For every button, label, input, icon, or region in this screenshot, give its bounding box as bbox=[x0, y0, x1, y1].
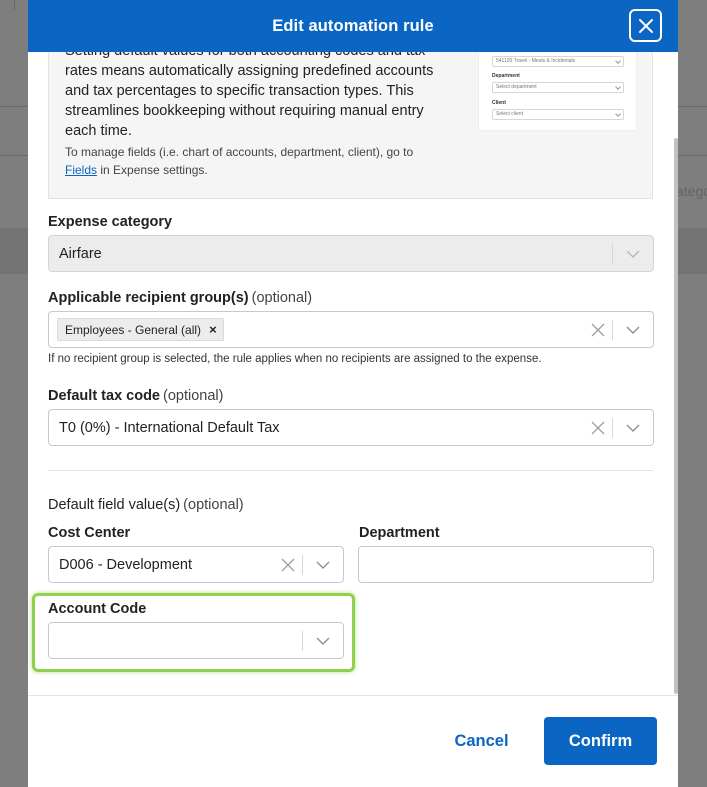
chevron-down-icon[interactable] bbox=[613, 410, 653, 445]
dialog-footer: Cancel Confirm bbox=[28, 695, 678, 787]
recipient-group-chip: Employees - General (all) × bbox=[57, 318, 224, 341]
tax-code-label: Default tax code (optional) bbox=[48, 388, 224, 404]
expense-category-label: Expense category bbox=[48, 214, 173, 230]
tax-code-value: T0 (0%) - International Default Tax bbox=[59, 419, 280, 436]
section-divider bbox=[48, 470, 653, 471]
chevron-down-icon[interactable] bbox=[303, 623, 343, 658]
close-icon bbox=[638, 18, 653, 33]
confirm-button[interactable]: Confirm bbox=[544, 717, 657, 765]
chevron-down-icon[interactable] bbox=[613, 236, 653, 271]
info-paragraph: Setting default values for both accounti… bbox=[65, 52, 434, 139]
cost-center-label: Cost Center bbox=[48, 525, 131, 541]
dialog-title: Edit automation rule bbox=[272, 16, 434, 35]
cost-center-value: D006 - Development bbox=[59, 556, 192, 573]
department-input[interactable] bbox=[358, 546, 654, 583]
dialog-header: Edit automation rule bbox=[28, 0, 678, 52]
default-fields-label: Default field value(s) (optional) bbox=[48, 497, 244, 513]
info-note-suffix: in Expense settings. bbox=[100, 163, 208, 177]
preview-label: Client bbox=[492, 100, 506, 106]
recipient-groups-label: Applicable recipient group(s) (optional) bbox=[48, 290, 313, 306]
recipient-groups-hint: If no recipient group is selected, the r… bbox=[48, 353, 542, 365]
preview-field: 541120 Travel - Meals & Incidentals bbox=[492, 56, 624, 67]
chevron-down-icon[interactable] bbox=[303, 547, 343, 582]
preview-image: 541120 Travel - Meals & Incidentals Depa… bbox=[478, 52, 637, 131]
preview-label: Department bbox=[492, 73, 520, 79]
info-note: To manage fields (i.e. chart of accounts… bbox=[65, 143, 465, 179]
info-description: Setting default values for both accounti… bbox=[65, 52, 449, 141]
info-box: Setting default values for both accounti… bbox=[48, 52, 653, 199]
tax-code-select[interactable]: T0 (0%) - International Default Tax bbox=[48, 409, 654, 446]
clear-icon[interactable] bbox=[584, 410, 612, 445]
recipient-groups-select[interactable]: Employees - General (all) × bbox=[48, 311, 654, 348]
clear-icon[interactable] bbox=[584, 312, 612, 347]
dialog-body[interactable]: Setting default values for both accounti… bbox=[28, 52, 678, 695]
account-code-label: Account Code bbox=[48, 601, 147, 617]
clear-icon[interactable] bbox=[274, 547, 302, 582]
preview-field: Select client bbox=[492, 109, 624, 120]
account-code-select[interactable] bbox=[48, 622, 344, 659]
info-note-prefix: To manage fields (i.e. chart of accounts… bbox=[65, 145, 414, 159]
chip-label: Employees - General (all) bbox=[65, 322, 202, 337]
scrollbar[interactable] bbox=[674, 138, 678, 694]
preview-field: Select department bbox=[492, 82, 624, 93]
expense-category-select[interactable]: Airfare bbox=[48, 235, 654, 272]
cancel-button[interactable]: Cancel bbox=[428, 725, 535, 758]
cost-center-select[interactable]: D006 - Development bbox=[48, 546, 344, 583]
chevron-down-icon[interactable] bbox=[613, 312, 653, 347]
fields-link[interactable]: Fields bbox=[65, 163, 97, 177]
remove-chip-icon[interactable]: × bbox=[209, 322, 217, 337]
close-button[interactable] bbox=[629, 9, 662, 42]
edit-automation-rule-dialog: Edit automation rule Setting default val… bbox=[28, 0, 678, 787]
expense-category-value: Airfare bbox=[59, 245, 102, 262]
department-label: Department bbox=[359, 525, 440, 541]
